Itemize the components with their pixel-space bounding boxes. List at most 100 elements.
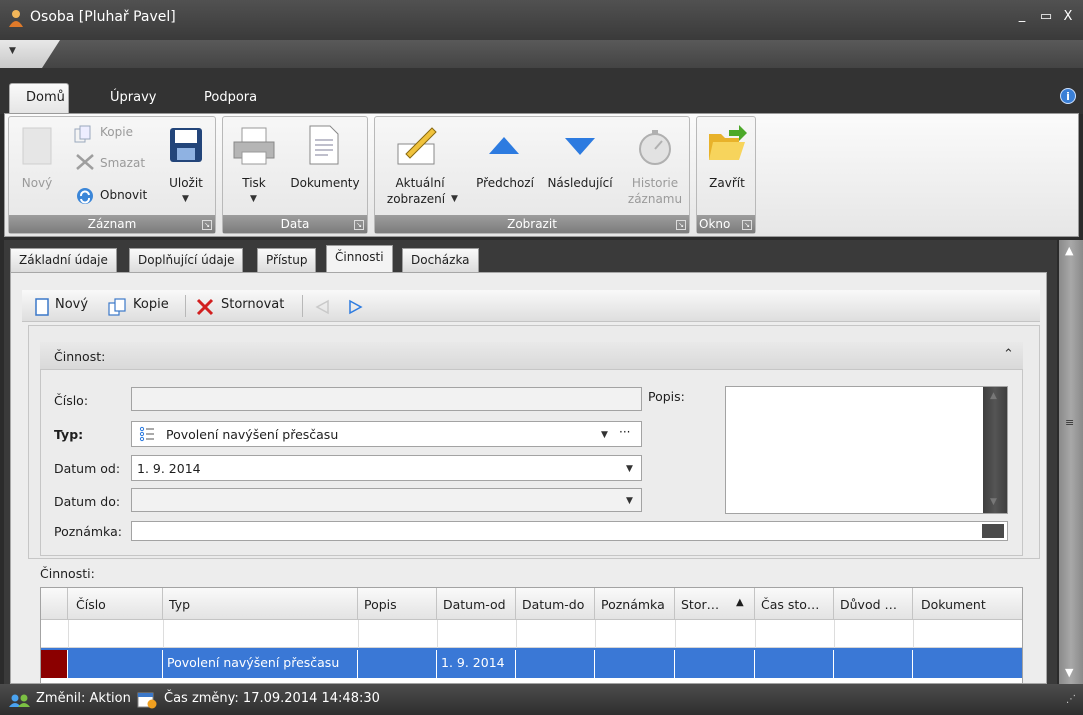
scroll-grip-icon[interactable]: ≡ (1065, 416, 1074, 429)
predchozi-button[interactable]: Předchozí (470, 176, 540, 190)
datum-od-field[interactable]: 1. 9. 2014 ▼ (131, 455, 642, 481)
row-marker[interactable] (41, 650, 68, 678)
tab-doplnujici-udaje[interactable]: Doplňující údaje (129, 248, 244, 272)
typ-ellipsis-button[interactable]: ··· (619, 425, 630, 439)
tisk-button[interactable]: Tisk (238, 176, 270, 190)
datum-od-label: Datum od: (54, 461, 121, 476)
close-button[interactable]: X (1057, 9, 1079, 24)
tab-pristup[interactable]: Přístup (257, 248, 317, 272)
novy-toolbar-button[interactable]: Nový (55, 297, 88, 312)
next-record-icon[interactable] (348, 299, 364, 315)
resize-grip-icon[interactable]: ⋰ (1066, 694, 1076, 705)
smazat-button[interactable]: Smazat (100, 156, 145, 170)
col-storno[interactable]: Stor… ▲ (675, 588, 755, 620)
new-document-icon (22, 127, 52, 165)
copy-icon (74, 125, 91, 143)
zavrit-button[interactable]: Zavřít (704, 176, 750, 190)
historie-zaznamu-button[interactable]: Historie (622, 176, 688, 190)
kopie-toolbar-button[interactable]: Kopie (133, 297, 169, 312)
cell-storno (675, 650, 755, 678)
col-cislo[interactable]: Číslo (68, 588, 163, 620)
tab-upravy[interactable]: Úpravy (110, 90, 156, 105)
cislo-field[interactable] (131, 387, 642, 411)
toolbar-separator (302, 295, 303, 317)
popis-label: Popis: (648, 389, 685, 404)
section-title: Činnost: (54, 349, 106, 364)
col-poznamka[interactable]: Poznámka (595, 588, 675, 620)
aktualni-dropdown-icon[interactable]: ▼ (451, 194, 458, 204)
status-bar: Změnil: Aktion Čas změny: 17.09.2014 14:… (0, 684, 1083, 715)
novy-button[interactable]: Nový (19, 176, 55, 190)
poznamka-field[interactable] (131, 521, 1008, 541)
record-toolbar (22, 290, 1040, 322)
previous-arrow-icon (489, 137, 519, 154)
cell-cislo (68, 650, 163, 678)
ulozit-dropdown-icon[interactable]: ▼ (182, 194, 189, 204)
col-datum-do[interactable]: Datum-do (516, 588, 595, 620)
nasledujici-button[interactable]: Následující (544, 176, 616, 190)
aktualni-zobrazeni-button[interactable]: Aktuální (380, 176, 460, 190)
changed-by-text: Změnil: Aktion (36, 691, 131, 706)
activities-grid: Číslo Typ Popis Datum-od Datum-do Poznám… (40, 587, 1023, 684)
tab-cinnosti[interactable]: Činnosti (326, 245, 393, 273)
scroll-up-icon[interactable]: ▲ (1065, 244, 1073, 257)
prev-record-icon[interactable] (314, 299, 330, 315)
tab-domu[interactable]: Domů (9, 83, 69, 113)
poznamka-expand-button[interactable] (982, 524, 1004, 538)
group-zobrazit-launcher-icon[interactable]: ↘ (676, 220, 686, 230)
cinnost-section-header[interactable] (40, 342, 1023, 370)
maximize-button[interactable]: ▭ (1035, 9, 1057, 24)
popis-scrollbar[interactable]: ▲ ▼ (983, 387, 1007, 513)
tab-dochazka[interactable]: Docházka (402, 248, 479, 272)
grid-filter-row[interactable] (41, 620, 1022, 648)
new-icon (35, 298, 49, 316)
col-storno-label: Stor… (681, 597, 720, 612)
datum-od-value: 1. 9. 2014 (137, 461, 201, 476)
col-typ[interactable]: Typ (163, 588, 358, 620)
group-zaznam-label: Záznam (9, 215, 215, 233)
info-icon[interactable]: i (1060, 88, 1076, 104)
tab-podpora[interactable]: Podpora (204, 90, 257, 105)
col-dokument[interactable]: Dokument (913, 588, 1022, 620)
window-title: Osoba [Pluhař Pavel] (30, 9, 176, 25)
col-duvod[interactable]: Důvod … (834, 588, 913, 620)
obnovit-button[interactable]: Obnovit (100, 188, 147, 202)
popis-textarea[interactable]: ▲ ▼ (725, 386, 1008, 514)
cell-duvod (834, 650, 913, 678)
group-data-label: Data (223, 215, 367, 233)
col-cas-storna[interactable]: Čas sto… (755, 588, 834, 620)
cislo-label: Číslo: (54, 393, 89, 408)
popis-scroll-up-icon[interactable]: ▲ (990, 391, 997, 401)
vertical-scrollbar[interactable]: ▲ ≡ ▼ (1059, 240, 1083, 684)
refresh-icon (77, 188, 93, 204)
person-icon (9, 10, 23, 27)
dokumenty-button[interactable]: Dokumenty (286, 176, 364, 190)
typ-dropdown-icon[interactable]: ▼ (601, 430, 608, 440)
grid-divider (358, 620, 359, 648)
stornovat-toolbar-button[interactable]: Stornovat (221, 297, 284, 312)
close-folder-icon (709, 125, 747, 160)
col-datum-od[interactable]: Datum-od (437, 588, 516, 620)
grid-divider (163, 620, 164, 648)
kopie-button[interactable]: Kopie (100, 125, 133, 139)
collapse-chevron-icon[interactable]: ⌃ (1003, 347, 1014, 362)
ulozit-button[interactable]: Uložit (166, 176, 206, 190)
tab-zakladni-udaje[interactable]: Základní údaje (10, 248, 117, 272)
cancel-x-icon (196, 298, 214, 316)
datum-od-dropdown-icon[interactable]: ▼ (626, 464, 633, 474)
group-zaznam-launcher-icon[interactable]: ↘ (202, 220, 212, 230)
datum-do-field[interactable]: ▼ (131, 488, 642, 512)
popis-scroll-down-icon[interactable]: ▼ (990, 497, 997, 507)
scroll-down-icon[interactable]: ▼ (1065, 666, 1073, 679)
col-popis[interactable]: Popis (358, 588, 437, 620)
group-data-launcher-icon[interactable]: ↘ (354, 220, 364, 230)
typ-field[interactable]: Povolení navýšení přesčasu ▼ ··· (131, 421, 642, 447)
poznamka-label: Poznámka: (54, 524, 122, 539)
group-okno-launcher-icon[interactable]: ↘ (742, 220, 752, 230)
cell-typ: Povolení navýšení přesčasu (163, 650, 358, 678)
grid-divider (68, 620, 69, 648)
tisk-dropdown-icon[interactable]: ▼ (250, 194, 257, 204)
customize-quick-access-icon[interactable]: ▼ (9, 46, 16, 56)
minimize-button[interactable]: _ (1011, 8, 1033, 23)
datum-do-dropdown-icon[interactable]: ▼ (626, 496, 633, 506)
